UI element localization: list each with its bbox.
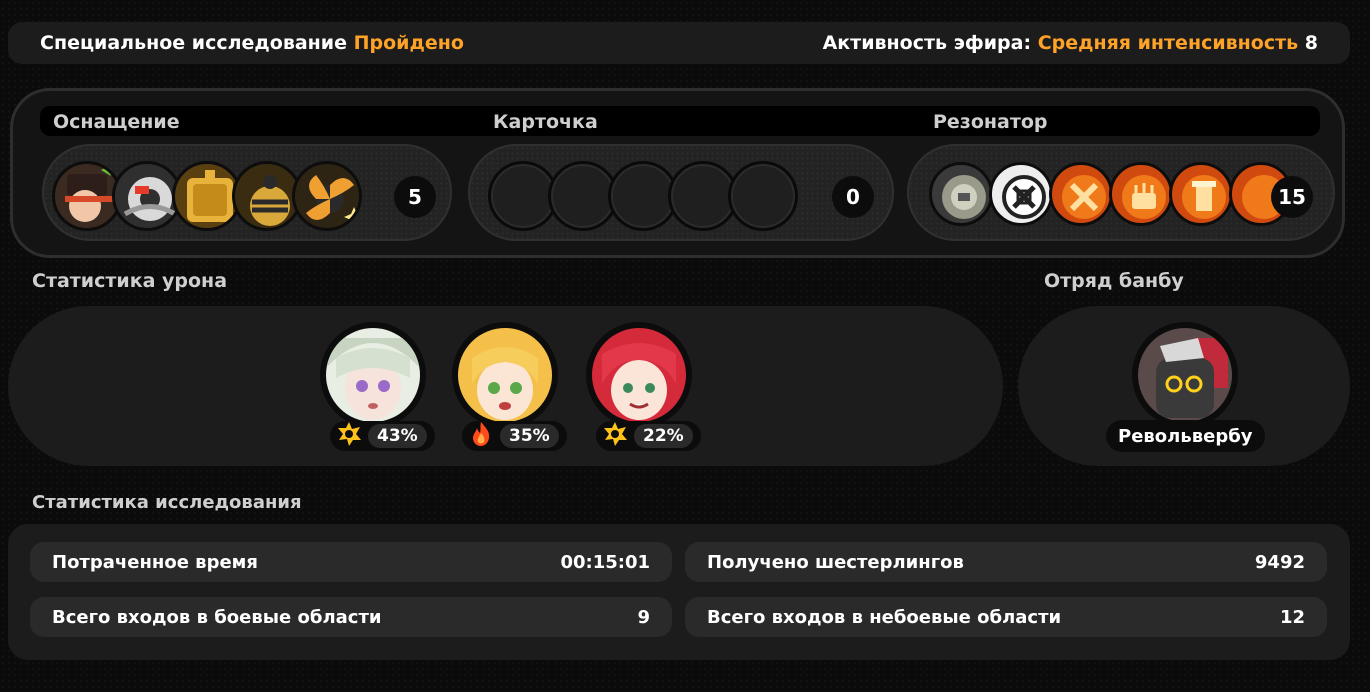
stat-value: 9 bbox=[637, 606, 650, 628]
stat-value: 00:15:01 bbox=[560, 551, 650, 573]
physical-icon bbox=[336, 421, 362, 451]
resonator-tower-icon[interactable] bbox=[1169, 162, 1233, 226]
exploration-label: Специальное исследование bbox=[40, 32, 347, 54]
top-status-bar: Специальное исследование Пройдено Активн… bbox=[8, 22, 1350, 64]
cards-count: 0 bbox=[832, 176, 874, 218]
equipment-count: 5 bbox=[394, 176, 436, 218]
stat-row-noncombat-entries: Всего входов в небоевые области 12 bbox=[685, 597, 1327, 637]
resonator-cross-icon[interactable] bbox=[1049, 162, 1113, 226]
exploration-stats-label: Статистика исследования bbox=[32, 492, 302, 513]
exploration-status-value: Пройдено bbox=[353, 32, 464, 54]
bangboo-name: Револьвербу bbox=[1106, 420, 1265, 452]
fire-icon bbox=[468, 421, 494, 451]
resonator-cake-icon[interactable] bbox=[1109, 162, 1173, 226]
stat-row-gears-received: Получено шестерлингов 9492 bbox=[685, 542, 1327, 582]
agent-portrait[interactable] bbox=[452, 322, 558, 428]
resonators-tray[interactable]: 15 bbox=[907, 144, 1335, 241]
agent-red-hair-avatar bbox=[592, 328, 686, 422]
loadout-panel: Оснащение Карточка Резонатор 5 0 15 bbox=[10, 88, 1345, 258]
ether-level: 8 bbox=[1304, 32, 1318, 54]
resonator-white-icon[interactable] bbox=[989, 162, 1053, 226]
bangboo-squad-label: Отряд банбу bbox=[1044, 270, 1184, 292]
resonators-label: Резонатор bbox=[933, 111, 1048, 133]
stat-value: 9492 bbox=[1254, 551, 1305, 573]
ether-activity: Активность эфира: Средняя интенсивность … bbox=[823, 32, 1318, 54]
resonators-count: 15 bbox=[1271, 176, 1313, 218]
ether-label: Активность эфира: bbox=[822, 32, 1032, 54]
bangboo-avatar bbox=[1138, 328, 1232, 422]
damage-percent-badge: 35% bbox=[462, 421, 567, 451]
damage-percent: 43% bbox=[368, 424, 427, 448]
loadout-header-bar bbox=[40, 106, 1320, 136]
ether-status-value: Средняя интенсивность bbox=[1037, 32, 1299, 54]
agent-portrait[interactable] bbox=[586, 322, 692, 428]
resonator-gray-icon[interactable] bbox=[929, 162, 993, 226]
fan-icon[interactable] bbox=[292, 161, 362, 231]
physical-icon bbox=[602, 421, 628, 451]
stat-label: Всего входов в небоевые области bbox=[707, 606, 1062, 628]
cards-tray[interactable]: 0 bbox=[468, 144, 894, 241]
card-slot-empty[interactable] bbox=[728, 161, 798, 231]
stat-label: Потраченное время bbox=[52, 551, 258, 573]
damage-percent-badge: 43% bbox=[330, 421, 435, 451]
bangboo-portrait[interactable] bbox=[1132, 322, 1238, 428]
damage-percent: 35% bbox=[500, 424, 559, 448]
agent-silver-hair-avatar bbox=[326, 328, 420, 422]
agent-blonde-avatar bbox=[458, 328, 552, 422]
damage-percent: 22% bbox=[634, 424, 693, 448]
equipment-label: Оснащение bbox=[53, 111, 180, 133]
stat-row-time-spent: Потраченное время 00:15:01 bbox=[30, 542, 672, 582]
stat-row-combat-entries: Всего входов в боевые области 9 bbox=[30, 597, 672, 637]
damage-percent-badge: 22% bbox=[596, 421, 701, 451]
equipment-tray[interactable]: 5 bbox=[42, 144, 452, 241]
damage-stats-label: Статистика урона bbox=[32, 270, 228, 292]
stat-label: Получено шестерлингов bbox=[707, 551, 964, 573]
agent-portrait[interactable] bbox=[320, 322, 426, 428]
cards-label: Карточка bbox=[493, 111, 598, 133]
stat-value: 12 bbox=[1279, 606, 1305, 628]
stat-label: Всего входов в боевые области bbox=[52, 606, 382, 628]
exploration-status: Специальное исследование Пройдено bbox=[40, 32, 464, 54]
exploration-stats-panel: Потраченное время 00:15:01 Получено шест… bbox=[8, 524, 1350, 660]
